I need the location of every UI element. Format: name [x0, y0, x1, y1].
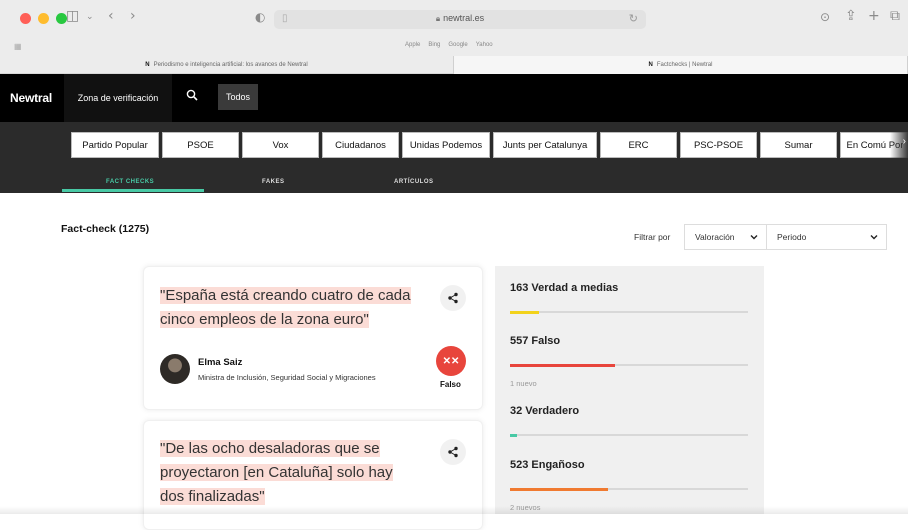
periodo-select[interactable]: Periodo	[766, 224, 887, 250]
stat-bar-track	[510, 310, 748, 314]
quote: "De las ocho desaladoras que se proyecta…	[160, 437, 393, 509]
tab-fakes[interactable]: FAKES	[262, 179, 285, 185]
url-text: newtral.es	[443, 13, 485, 23]
stat-label[interactable]: 32 Verdadero	[510, 405, 579, 417]
stat-bar-track	[510, 487, 748, 491]
share-icon	[448, 292, 458, 304]
browser-tab[interactable]: N Periodismo e inteligencia artificial: …	[0, 56, 454, 74]
page-title: Fact-check (1275)	[61, 223, 150, 235]
tab-articulos[interactable]: ARTÍCULOS	[394, 179, 434, 185]
quote-line: dos finalizadas"	[160, 488, 265, 505]
tab-title: Periodismo e inteligencia artificial: lo…	[153, 62, 308, 68]
chevron-down-icon[interactable]: ⌄	[86, 12, 94, 22]
download-icon[interactable]: ⊙	[820, 10, 830, 24]
share-button[interactable]	[440, 285, 466, 311]
quote-line: "España está creando cuatro de cada	[160, 287, 411, 304]
party-chip[interactable]: Partido Popular	[71, 132, 159, 158]
newtral-favicon-icon: N	[648, 62, 653, 68]
party-chip[interactable]: PSC-PSOE	[680, 132, 757, 158]
party-chip[interactable]: Ciudadanos	[322, 132, 399, 158]
share-button[interactable]	[440, 439, 466, 465]
favorite-link[interactable]: Yahoo	[476, 42, 493, 48]
tab-bar: N Periodismo e inteligencia artificial: …	[0, 56, 908, 74]
todos-button[interactable]: Todos	[218, 84, 258, 110]
tab-fact-checks[interactable]: FACT CHECKS	[106, 179, 154, 185]
chevron-down-icon	[750, 235, 758, 240]
party-chip[interactable]: Vox	[242, 132, 319, 158]
party-chip-row: Partido Popular PSOE Vox Ciudadanos Unidas P…	[71, 132, 908, 158]
close-window-button[interactable]	[20, 13, 31, 24]
share-icon	[448, 446, 458, 458]
sidebar-icon[interactable]: ◫	[66, 8, 79, 24]
quote-line: "De las ocho desaladoras que se	[160, 440, 380, 457]
site-logo[interactable]: Newtral	[10, 91, 52, 105]
chevron-right-icon[interactable]: ›	[903, 136, 906, 147]
party-chip[interactable]: Unidas Podemos	[402, 132, 490, 158]
stat-bar-fill	[510, 363, 615, 367]
quote-line: proyectaron [en Cataluña] solo hay	[160, 464, 393, 481]
quote-line: cinco empleos de la zona euro"	[160, 311, 369, 328]
party-chip[interactable]: PSOE	[162, 132, 239, 158]
browser-chrome: ◫ ⌄ ‹ › ◐ ▯ 🔒︎ newtral.es ↻ ⊙ ⇪ + ⧉ ▦ App…	[0, 0, 908, 74]
factcheck-card[interactable]: "España está creando cuatro de cada cinc…	[143, 266, 483, 410]
stat-bar-track	[510, 363, 748, 367]
stat-bar-fill	[510, 487, 608, 491]
party-chip[interactable]: Junts per Catalunya	[493, 132, 597, 158]
stat-label[interactable]: 557 Falso	[510, 335, 560, 347]
lock-icon: 🔒︎	[435, 14, 441, 23]
browser-tab-active[interactable]: N Factchecks | Newtral	[454, 56, 908, 74]
bottom-shade	[0, 506, 908, 514]
back-icon[interactable]: ‹	[108, 8, 114, 24]
chevron-down-icon	[870, 235, 878, 240]
address-bar[interactable]: ▯ 🔒︎ newtral.es ↻	[274, 10, 646, 29]
verdict-label: Falso	[440, 380, 461, 389]
favorite-link[interactable]: Apple	[405, 42, 420, 48]
favorite-link[interactable]: Bing	[428, 42, 440, 48]
filter-label: Filtrar por	[634, 232, 671, 242]
stat-note: 1 nuevo	[510, 379, 537, 388]
author-role: Ministra de Inclusión, Seguridad Social …	[198, 373, 376, 382]
author-name[interactable]: Elma Saiz	[198, 357, 242, 368]
share-icon[interactable]: ⇪	[845, 8, 857, 24]
x-x-icon: ✕✕	[436, 346, 466, 376]
stat-label[interactable]: 163 Verdad a medias	[510, 282, 618, 294]
quote: "España está creando cuatro de cada cinc…	[160, 284, 411, 332]
reload-icon[interactable]: ↻	[629, 12, 638, 25]
search-icon[interactable]	[186, 89, 198, 101]
avatar	[160, 354, 190, 384]
grid-icon[interactable]: ▦	[14, 42, 22, 51]
favorites-bar: ▦ Apple Bing Google Yahoo	[0, 38, 908, 56]
favorite-link[interactable]: Google	[448, 42, 467, 48]
privacy-shield-icon[interactable]: ◐	[255, 10, 265, 24]
tab-title: Factchecks | Newtral	[656, 62, 713, 68]
periodo-value: Periodo	[777, 232, 807, 242]
verdict-stats-panel: 163 Verdad a medias 557 Falso 1 nuevo 32 Ve…	[495, 266, 764, 514]
newtral-favicon-icon: N	[145, 62, 150, 68]
new-tab-icon[interactable]: +	[868, 8, 880, 24]
active-tab-indicator	[62, 189, 204, 192]
stat-label[interactable]: 523 Engañoso	[510, 459, 585, 471]
stat-bar-fill	[510, 433, 518, 437]
window-controls	[20, 13, 67, 24]
zona-verificacion-menu[interactable]: Zona de verificación	[64, 74, 172, 122]
valoracion-select[interactable]: Valoración	[684, 224, 767, 250]
party-chip[interactable]: ERC	[600, 132, 677, 158]
tab-overview-icon[interactable]: ⧉	[890, 8, 900, 24]
stat-bar-fill	[510, 310, 539, 314]
minimize-window-button[interactable]	[38, 13, 49, 24]
stat-bar-track	[510, 433, 748, 437]
valoracion-value: Valoración	[695, 232, 735, 242]
party-chip[interactable]: Sumar	[760, 132, 837, 158]
forward-icon[interactable]: ›	[130, 8, 136, 24]
browser-toolbar: ◫ ⌄ ‹ › ◐ ▯ 🔒︎ newtral.es ↻ ⊙ ⇪ + ⧉	[0, 0, 908, 38]
